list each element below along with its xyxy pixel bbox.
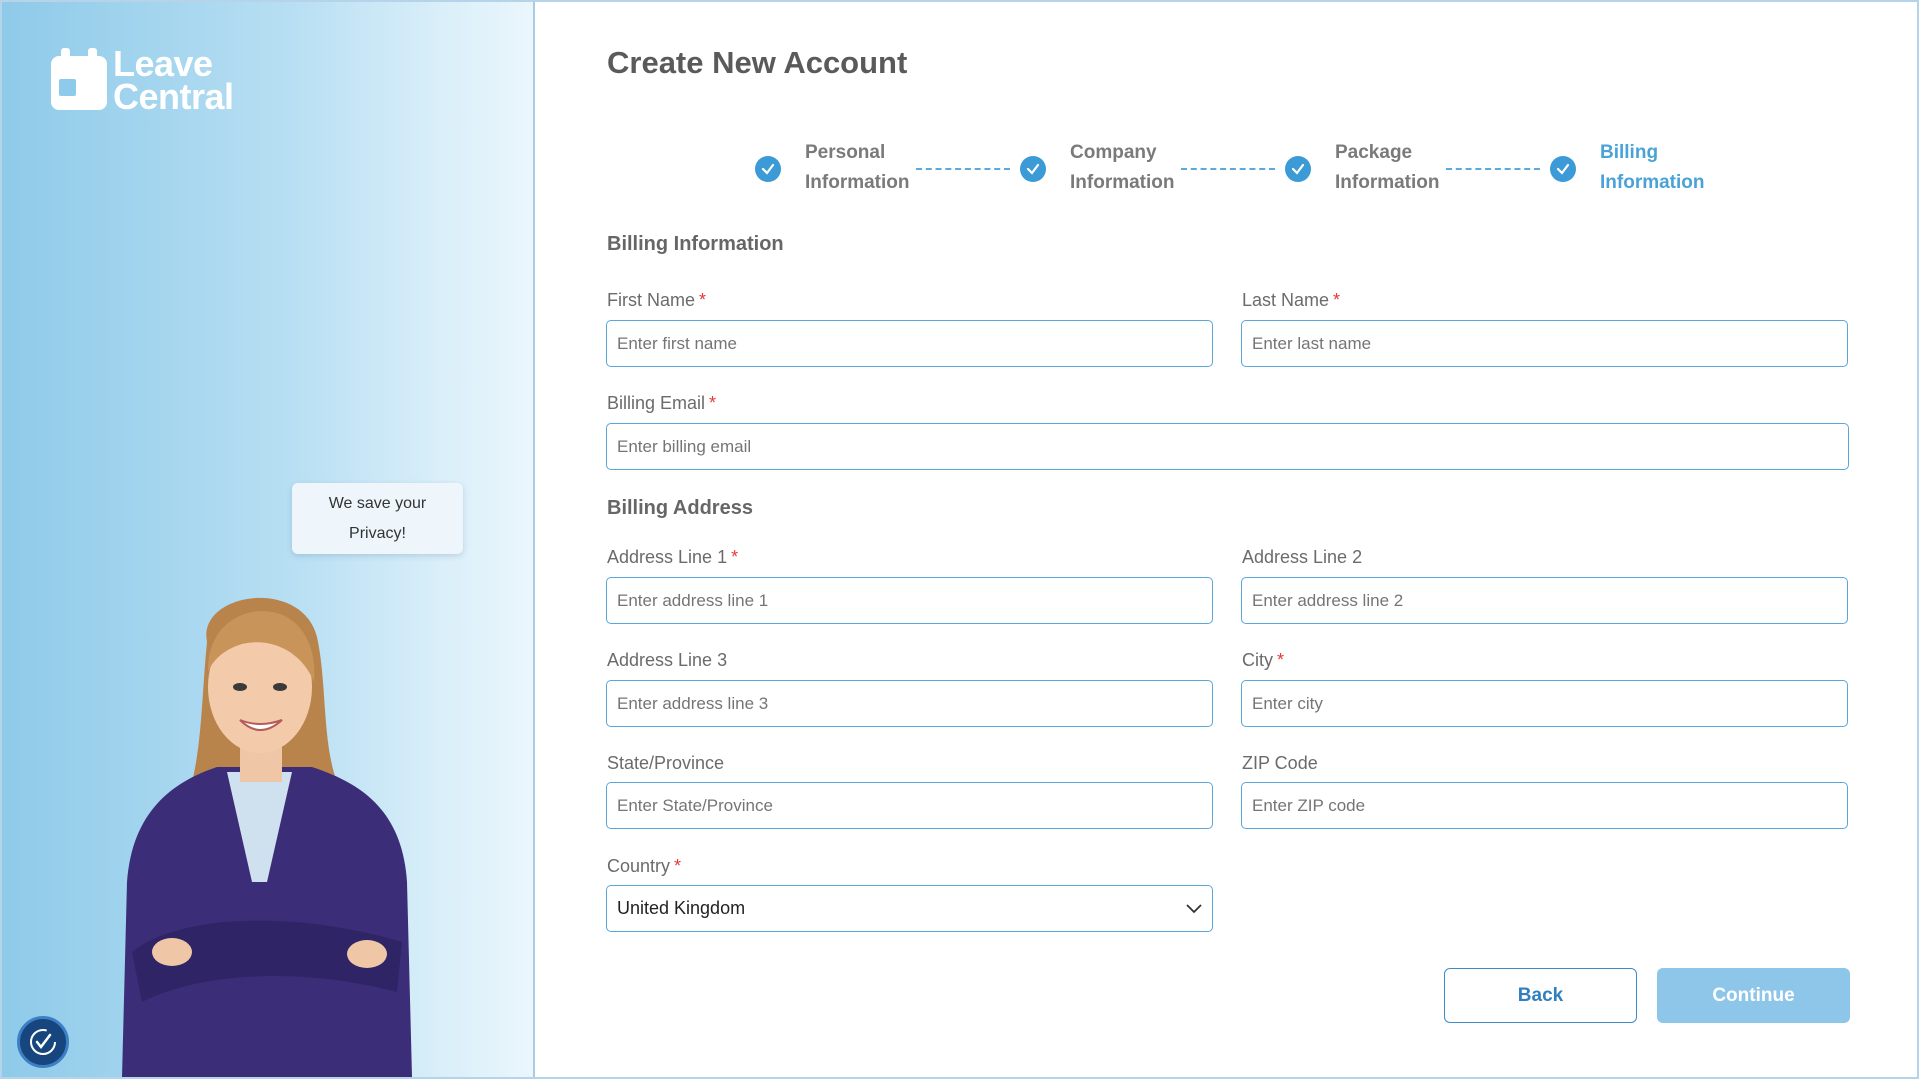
step-billing-information: Billing Information [1550,138,1720,198]
step-label: Package Information [1335,142,1440,193]
address-line-2-input[interactable] [1241,577,1848,624]
step-label: Company Information [1070,142,1175,193]
required-marker: * [731,547,739,567]
step-connector [1181,168,1275,170]
section-billing-address: Billing Address [607,497,753,519]
zip-code-label: ZIP Code [1242,753,1318,773]
privacy-note: We save your Privacy! [292,483,463,554]
chevron-down-icon [1186,903,1202,913]
country-label: Country * [607,856,682,876]
address-line-1-input[interactable] [606,577,1213,624]
step-connector [916,168,1010,170]
last-name-input[interactable] [1241,320,1848,367]
last-name-label: Last Name * [1242,290,1341,310]
first-name-label: First Name * [607,290,707,310]
brand-logo: Leave Central [51,46,234,117]
required-marker: * [699,290,707,310]
brand-name: Leave Central [113,46,234,117]
required-marker: * [1333,290,1341,310]
country-select-value: United Kingdom [617,898,746,918]
billing-email-label: Billing Email * [607,393,717,413]
step-company-information: Company Information [1020,138,1190,198]
accessibility-icon [30,1029,56,1055]
required-marker: * [709,393,717,413]
required-marker: * [1277,650,1285,670]
required-marker: * [674,856,682,876]
zip-code-input[interactable] [1241,782,1848,829]
calendar-icon [51,48,109,112]
first-name-input[interactable] [606,320,1213,367]
step-personal-information: Personal Information [755,138,925,198]
step-label: Personal Information [805,142,910,193]
privacy-note-line1: We save your [328,495,427,512]
check-circle-icon [755,156,781,182]
step-connector [1446,168,1540,170]
privacy-note-line2: Privacy! [349,525,406,542]
address-line-3-input[interactable] [606,680,1213,727]
continue-button[interactable]: Continue [1657,968,1850,1023]
check-circle-icon [1285,156,1311,182]
brand-name-line2: Central [113,76,234,117]
address-line-1-label: Address Line 1 * [607,547,739,567]
accessibility-button[interactable] [17,1016,69,1068]
country-select[interactable]: United Kingdom [606,885,1213,932]
address-line-3-label: Address Line 3 [607,650,728,670]
state-province-label: State/Province [607,753,725,773]
step-label-active: Billing Information [1600,142,1705,193]
check-circle-icon [1020,156,1046,182]
person-illustration [122,597,412,1077]
state-province-input[interactable] [606,782,1213,829]
check-circle-icon [1550,156,1576,182]
city-label: City * [1242,650,1285,670]
back-button[interactable]: Back [1444,968,1637,1023]
step-package-information: Package Information [1285,138,1455,198]
section-billing-information: Billing Information [607,233,784,255]
city-input[interactable] [1241,680,1848,727]
left-panel: Leave Central We save your Privacy! [2,2,535,1077]
address-line-2-label: Address Line 2 [1242,547,1363,567]
billing-email-input[interactable] [606,423,1849,470]
page-title: Create New Account [607,45,908,80]
